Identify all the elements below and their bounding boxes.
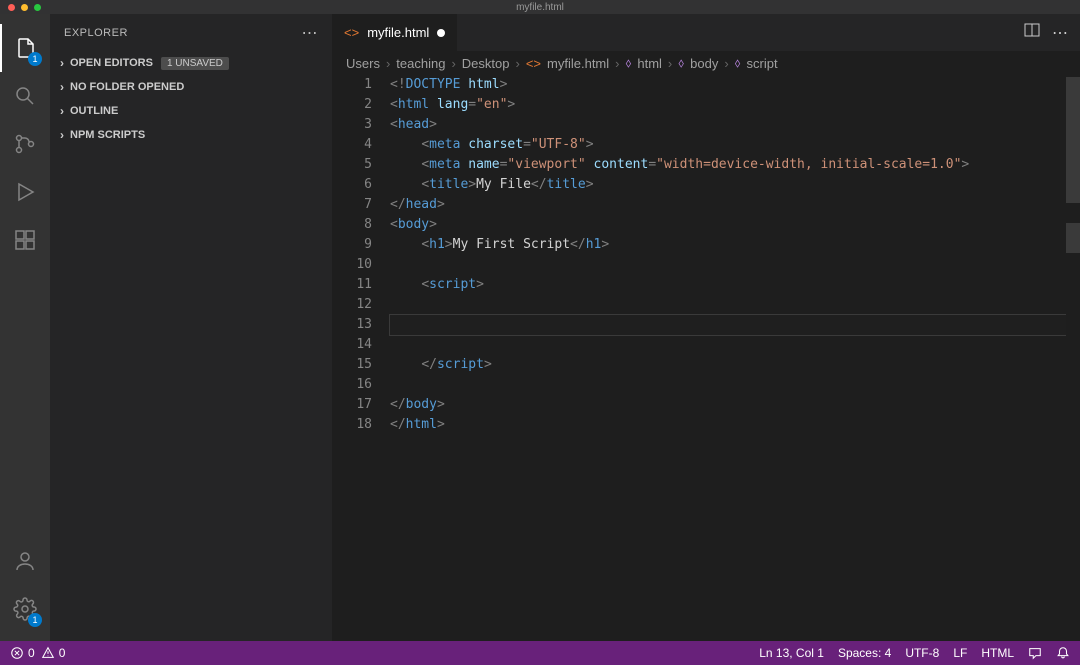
statusbar: 0 0 Ln 13, Col 1 Spaces: 4 UTF-8 LF HTML [0,641,1080,665]
more-actions-icon[interactable]: ⋯ [1052,23,1068,43]
breadcrumbs[interactable]: Users› teaching› Desktop› <> myfile.html… [332,51,1080,75]
no-folder-label: NO FOLDER OPENED [70,81,184,93]
chevron-right-icon: › [54,128,70,142]
breadcrumb-item[interactable]: html [637,56,662,71]
run-debug-icon[interactable] [0,168,50,216]
status-warnings[interactable]: 0 [41,646,66,660]
settings-gear-icon[interactable]: 1 [0,585,50,633]
breadcrumb-item[interactable]: body [690,56,718,71]
code-content[interactable]: <!DOCTYPE html> <html lang="en"> <head> … [390,75,1080,641]
code-editor[interactable]: 1 2 3 4 5 6 7 8 9 10 11 12 13 14 15 16 1… [332,75,1080,641]
search-icon[interactable] [0,72,50,120]
symbol-icon: ⬨ [678,55,684,71]
split-editor-icon[interactable] [1024,22,1040,43]
section-open-editors[interactable]: › OPEN EDITORS 1 UNSAVED [50,51,332,75]
breadcrumb-item[interactable]: Desktop [462,56,510,71]
sidebar: EXPLORER ⋯ › OPEN EDITORS 1 UNSAVED › NO… [50,14,332,641]
notifications-icon[interactable] [1056,646,1070,660]
feedback-icon[interactable] [1028,646,1042,660]
window-close-button[interactable] [8,4,15,11]
section-outline[interactable]: › OUTLINE [50,99,332,123]
tab-label: myfile.html [367,25,429,40]
minimap-region [1066,77,1080,203]
chevron-right-icon: › [54,80,70,94]
section-npm-scripts[interactable]: › NPM SCRIPTS [50,123,332,147]
minimap[interactable] [1066,75,1080,641]
sidebar-title: EXPLORER [64,27,128,39]
chevron-right-icon: › [54,56,70,70]
window-title: myfile.html [516,2,564,13]
minimap-region [1066,223,1080,253]
chevron-right-icon: › [54,104,70,118]
status-line-col[interactable]: Ln 13, Col 1 [759,646,824,660]
open-editors-label: OPEN EDITORS [70,57,153,69]
settings-badge: 1 [28,613,42,627]
explorer-icon[interactable]: 1 [0,24,50,72]
status-spaces[interactable]: Spaces: 4 [838,646,891,660]
status-language[interactable]: HTML [981,646,1014,660]
breadcrumb-item[interactable]: Users [346,56,380,71]
extensions-icon[interactable] [0,216,50,264]
symbol-icon: ⬨ [626,55,632,71]
dirty-indicator-icon [437,29,445,37]
section-no-folder[interactable]: › NO FOLDER OPENED [50,75,332,99]
unsaved-badge: 1 UNSAVED [161,57,229,70]
sidebar-more-icon[interactable]: ⋯ [302,23,319,43]
explorer-badge: 1 [28,52,42,66]
symbol-icon: ⬨ [735,55,741,71]
breadcrumb-item[interactable]: script [747,56,778,71]
status-errors[interactable]: 0 [10,646,35,660]
window-minimize-button[interactable] [21,4,28,11]
activity-bar: 1 1 [0,14,50,641]
editor-area: <> myfile.html ⋯ Users› teaching› Deskto… [332,14,1080,641]
line-gutter: 1 2 3 4 5 6 7 8 9 10 11 12 13 14 15 16 1… [332,75,390,641]
tab-myfile[interactable]: <> myfile.html [332,14,458,51]
titlebar: myfile.html [0,0,1080,14]
html-file-icon: <> [344,25,359,40]
tab-bar: <> myfile.html ⋯ [332,14,1080,51]
breadcrumb-item[interactable]: teaching [396,56,445,71]
breadcrumb-item[interactable]: myfile.html [547,56,609,71]
status-encoding[interactable]: UTF-8 [905,646,939,660]
status-eol[interactable]: LF [953,646,967,660]
outline-label: OUTLINE [70,105,118,117]
source-control-icon[interactable] [0,120,50,168]
html-file-icon: <> [526,56,541,71]
npm-scripts-label: NPM SCRIPTS [70,129,145,141]
window-maximize-button[interactable] [34,4,41,11]
accounts-icon[interactable] [0,537,50,585]
